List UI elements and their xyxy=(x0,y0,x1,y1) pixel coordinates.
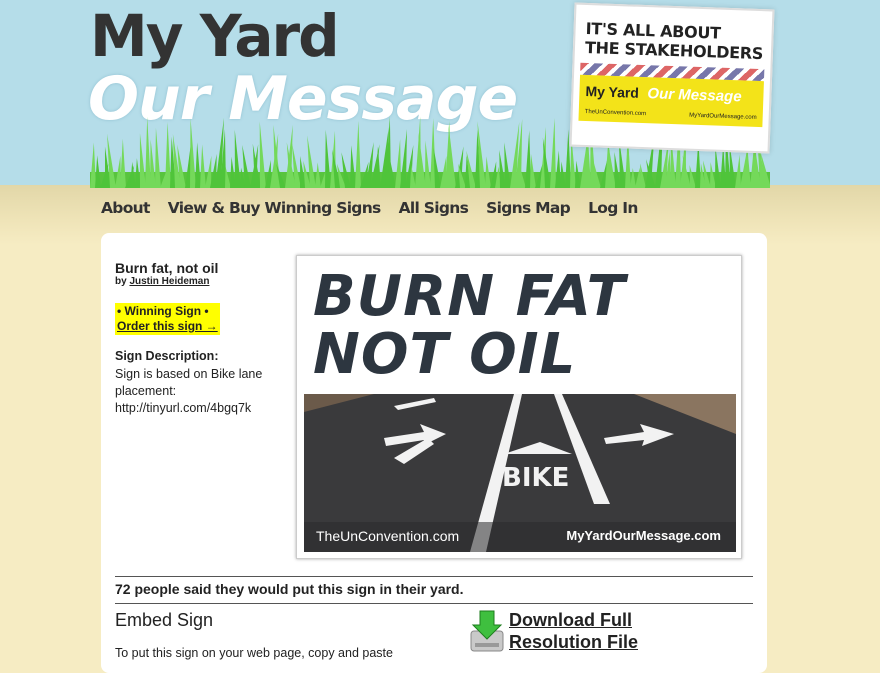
site-logo-my-yard[interactable]: My Yard xyxy=(90,2,340,70)
byline: by Justin Heideman xyxy=(115,276,209,287)
yard-sign-headline-2: THE STAKEHOLDERS xyxy=(584,37,764,64)
author-link[interactable]: Justin Heideman xyxy=(129,276,209,287)
order-sign-link[interactable]: Order this sign → xyxy=(117,319,218,334)
byline-prefix: by xyxy=(115,276,127,287)
content-panel: Burn fat, not oil by Justin Heideman • W… xyxy=(101,233,767,673)
yard-sign-brand-right: Our Message xyxy=(647,85,742,106)
download-full-resolution-link[interactable]: Download Full Resolution File xyxy=(509,609,679,653)
road-marking-text: BIKE xyxy=(502,463,569,493)
winning-sign-label: • Winning Sign • xyxy=(117,304,209,318)
nav-about[interactable]: About xyxy=(101,199,150,217)
description-label: Sign Description: xyxy=(115,349,219,363)
winning-sign-badge: • Winning Sign • Order this sign → xyxy=(115,303,220,335)
yard-count-text: 72 people said they would put this sign … xyxy=(115,581,464,597)
sign-image-url-right: MyYardOurMessage.com xyxy=(566,528,721,543)
sign-title: Burn fat, not oil xyxy=(115,260,219,276)
sign-image-url-left: TheUnConvention.com xyxy=(316,528,460,544)
divider-bottom xyxy=(115,603,753,604)
yard-sign-url-right: MyYardOurMessage.com xyxy=(689,112,757,121)
embed-instructions: To put this sign on your web page, copy … xyxy=(115,646,393,660)
nav-all-signs[interactable]: All Signs xyxy=(399,199,469,217)
nav-signs-map[interactable]: Signs Map xyxy=(486,199,571,217)
sign-image-headline: BURN FAT NOT OIL xyxy=(313,268,626,384)
yard-sign-url-left: TheUnConvention.com xyxy=(584,108,647,118)
yard-sign-graphic: IT'S ALL ABOUT THE STAKEHOLDERS My Yard … xyxy=(569,2,775,154)
main-nav: About View & Buy Winning Signs All Signs… xyxy=(101,199,638,217)
embed-sign-heading: Embed Sign xyxy=(115,610,214,630)
divider-top xyxy=(115,576,753,577)
sign-image[interactable]: BURN FAT NOT OIL BIKE TheUnConvention.co… xyxy=(296,255,742,559)
yard-sign-brand-panel: My Yard Our Message TheUnConvention.com … xyxy=(578,74,764,128)
description-text: Sign is based on Bike lane placement: ht… xyxy=(115,367,263,415)
yard-sign-brand-left: My Yard xyxy=(585,82,640,101)
nav-log-in[interactable]: Log In xyxy=(588,199,638,217)
download-arrow-icon[interactable] xyxy=(469,609,505,653)
sign-image-line-2: NOT OIL xyxy=(313,322,577,387)
sign-image-line-1: BURN FAT xyxy=(313,264,626,329)
nav-view-buy-winning-signs[interactable]: View & Buy Winning Signs xyxy=(168,199,382,217)
